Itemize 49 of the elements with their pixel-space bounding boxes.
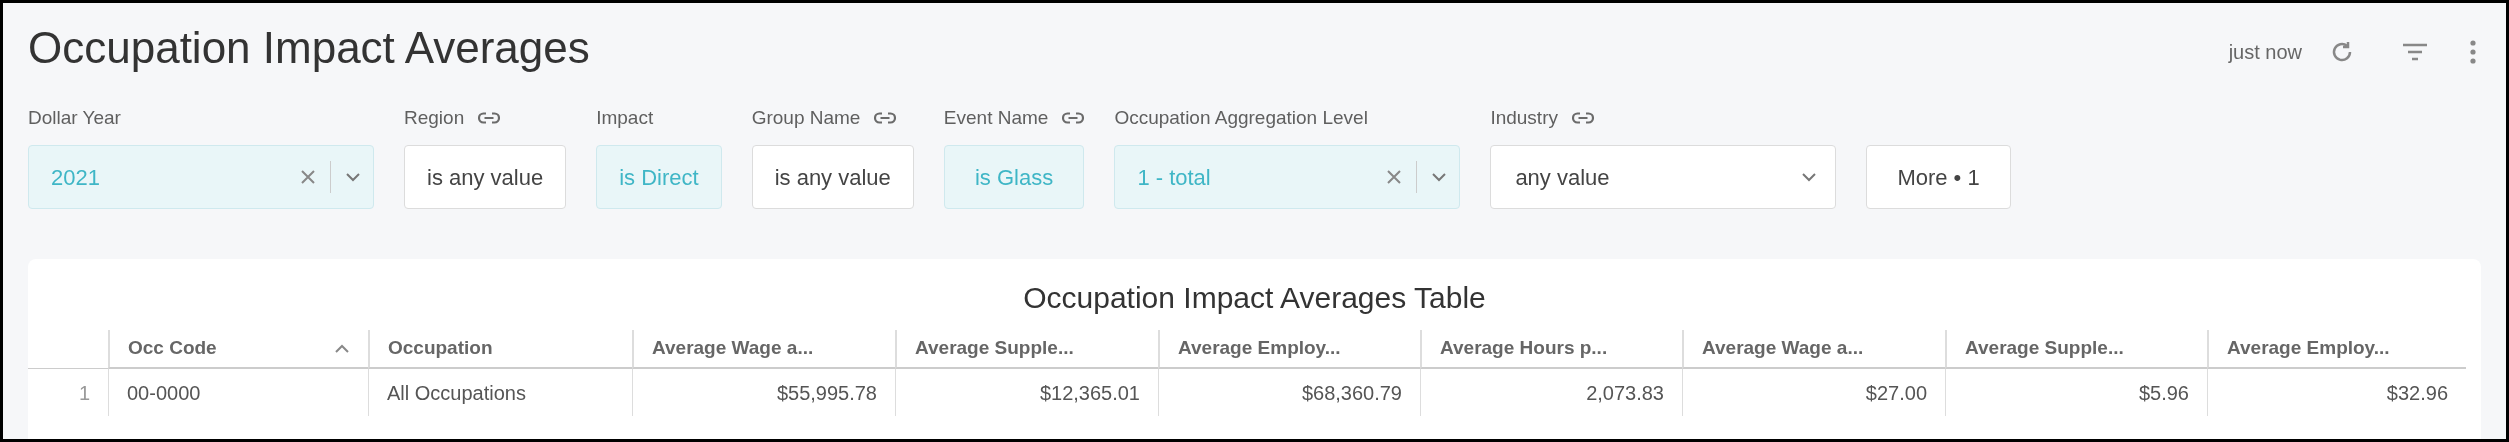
filter-label: Occupation Aggregation Level bbox=[1114, 105, 1368, 130]
filter-icon[interactable] bbox=[2402, 43, 2428, 61]
select-value: 2021 bbox=[51, 163, 101, 192]
link-icon bbox=[478, 112, 501, 124]
sort-icon bbox=[334, 343, 350, 354]
table-cell: All Occupations bbox=[368, 368, 632, 416]
column-header[interactable]: Occupation bbox=[368, 330, 632, 368]
table-cell: $55,995.78 bbox=[632, 368, 895, 416]
column-header[interactable]: Average Wage a... bbox=[632, 330, 895, 368]
filter-label: Region bbox=[404, 105, 465, 130]
table-cell: $27.00 bbox=[1682, 368, 1945, 416]
filter-label: Industry bbox=[1490, 105, 1558, 130]
table-cell: $5.96 bbox=[1945, 368, 2207, 416]
column-header[interactable]: Occ Code bbox=[108, 330, 368, 368]
row-number: 1 bbox=[28, 368, 108, 416]
select-value: any value bbox=[1515, 163, 1611, 192]
table-cell: $12,365.01 bbox=[895, 368, 1158, 416]
link-icon bbox=[1571, 112, 1594, 124]
dashboard-title: Occupation Impact Averages bbox=[28, 22, 590, 74]
select-value: 1 - total bbox=[1137, 163, 1212, 192]
filter-label: Impact bbox=[596, 105, 654, 130]
filter-label: Event Name bbox=[943, 105, 1049, 130]
filter-chip[interactable]: is any value bbox=[751, 145, 914, 209]
table-cell: $32.96 bbox=[2207, 368, 2466, 416]
more-button[interactable]: More • 1 bbox=[1866, 145, 2011, 209]
clear-icon bbox=[300, 169, 316, 185]
more-icon[interactable] bbox=[2470, 40, 2476, 64]
column-header[interactable]: Average Employ... bbox=[2207, 330, 2466, 368]
caret-icon bbox=[1801, 172, 1818, 182]
column-header[interactable]: Average Employ... bbox=[1158, 330, 1420, 368]
select-field[interactable]: any value bbox=[1490, 145, 1837, 209]
table-cell: $68,360.79 bbox=[1158, 368, 1420, 416]
table-cell: 00-0000 bbox=[108, 368, 368, 416]
clear-icon bbox=[1386, 169, 1403, 185]
column-header[interactable]: Average Supple... bbox=[895, 330, 1158, 368]
table-title: Occupation Impact Averages Table bbox=[1022, 280, 1487, 316]
column-header[interactable]: Average Hours p... bbox=[1420, 330, 1682, 368]
link-icon bbox=[1062, 112, 1085, 124]
column-header[interactable]: Average Supple... bbox=[1945, 330, 2207, 368]
caret-icon bbox=[1431, 172, 1448, 182]
filter-label: Group Name bbox=[751, 105, 861, 130]
caret-icon bbox=[345, 172, 361, 182]
table-cell: 2,073.83 bbox=[1420, 368, 1682, 416]
link-icon bbox=[874, 112, 897, 124]
refresh-icon[interactable] bbox=[2330, 40, 2354, 64]
filter-chip[interactable]: is any value bbox=[404, 145, 567, 209]
filter-label: Dollar Year bbox=[28, 105, 121, 130]
column-header[interactable]: Average Wage a... bbox=[1682, 330, 1945, 368]
updated-time: just now bbox=[2228, 40, 2302, 65]
